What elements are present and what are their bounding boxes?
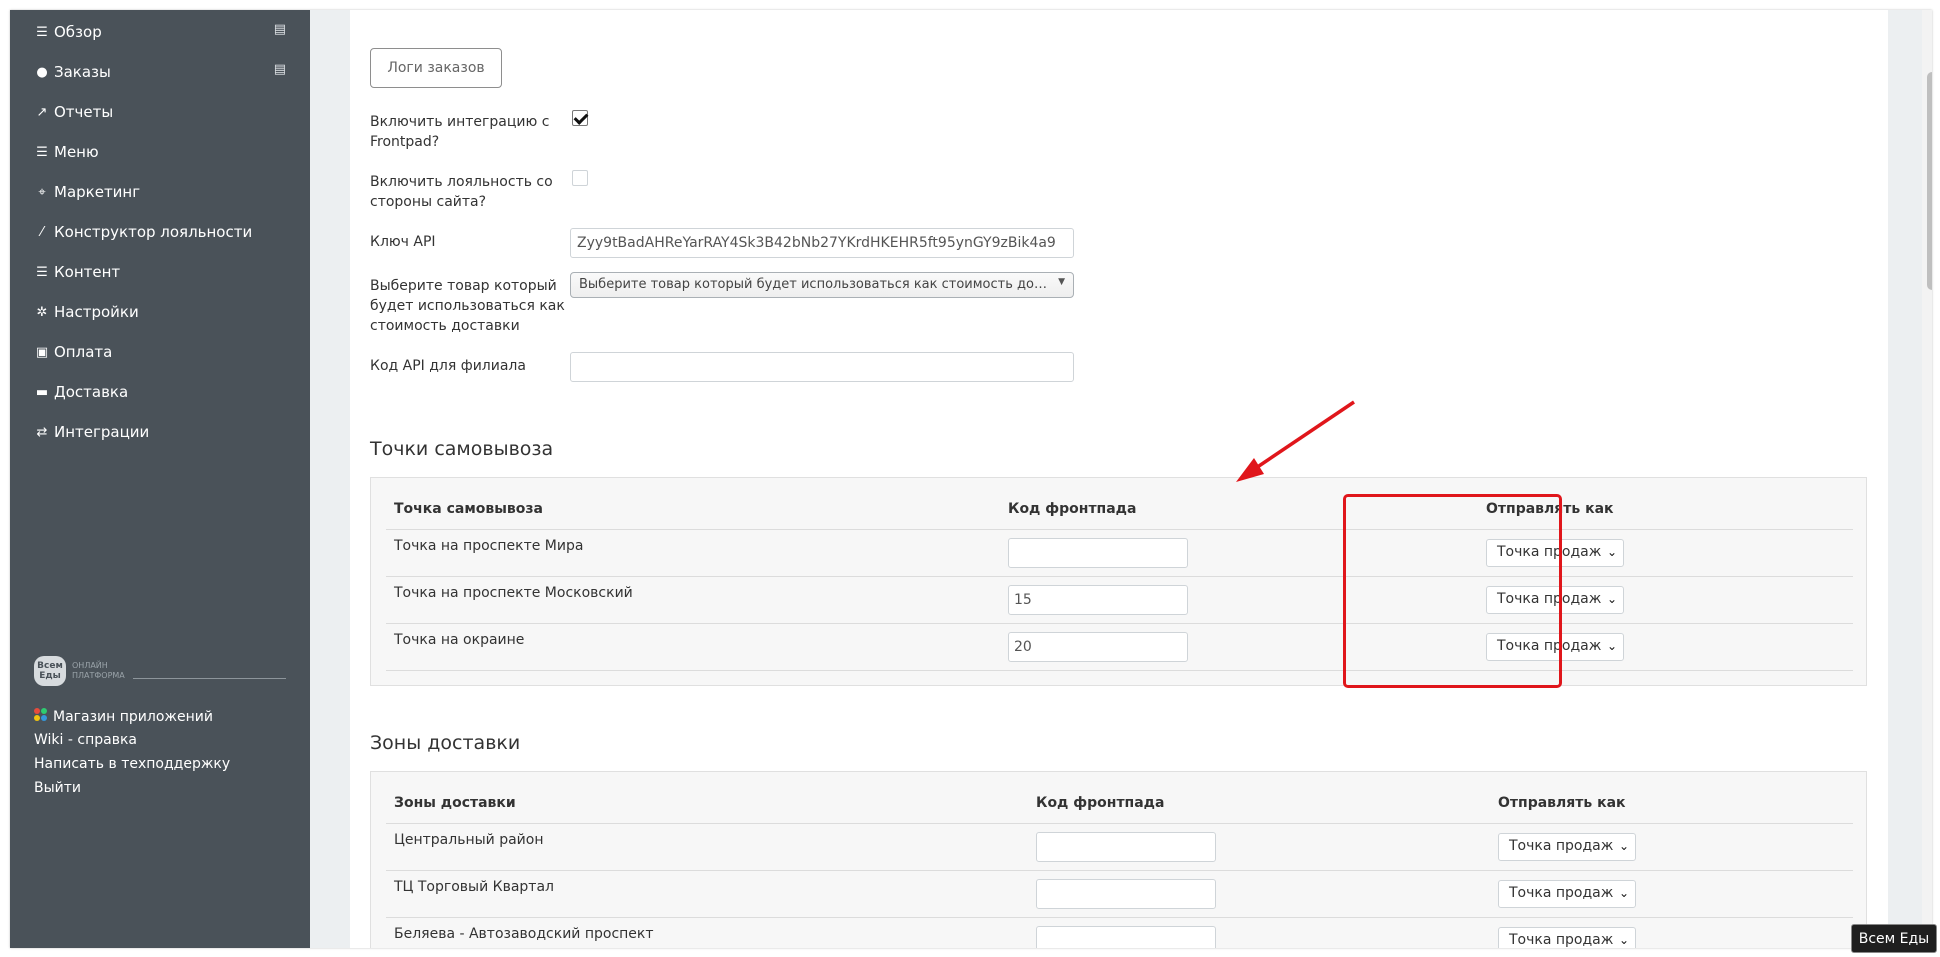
scrollbar[interactable]: [1922, 10, 1932, 948]
scrollbar-thumb[interactable]: [1927, 72, 1932, 290]
brand-badge: Всем Еды: [1851, 924, 1937, 953]
app-window: ☰ Обзор ▤ ● Заказы ▤ ↗ Отчеты ☰ Меню ⌖ М…: [10, 10, 1932, 948]
annotation-arrow: [1236, 400, 1355, 482]
